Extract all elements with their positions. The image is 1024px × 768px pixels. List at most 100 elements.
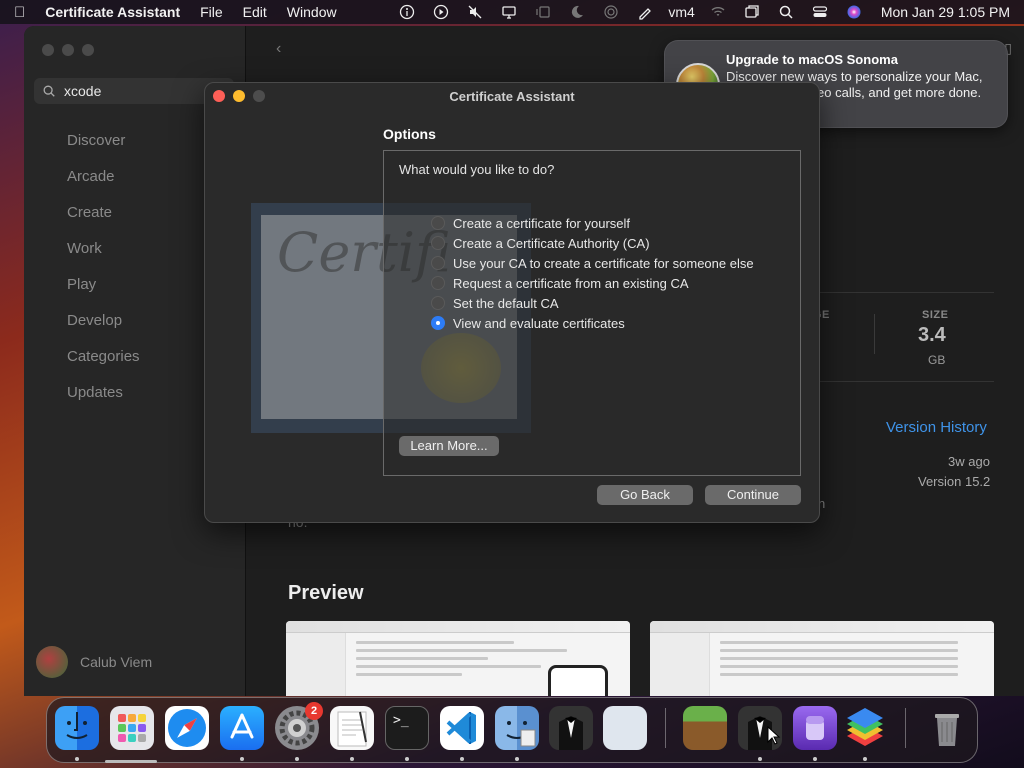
option-set-default-ca[interactable]: Set the default CA (431, 293, 754, 313)
pen-icon[interactable] (634, 4, 656, 20)
search-value: xcode (64, 83, 102, 99)
back-chevron-icon[interactable]: ‹ (276, 40, 281, 58)
menu-app-name[interactable]: Certificate Assistant (45, 4, 180, 20)
bluestacks-icon[interactable] (843, 706, 887, 750)
window-icon[interactable] (741, 4, 763, 20)
search-icon (43, 85, 55, 97)
menu-clock[interactable]: Mon Jan 29 1:05 PM (881, 4, 1010, 20)
sidebar-item-arcade[interactable]: Arcade (67, 167, 140, 203)
version-date: 3w ago (948, 454, 990, 469)
running-indicator (460, 757, 464, 761)
running-indicator (405, 757, 409, 761)
option-label: Request a certificate from an existing C… (453, 275, 689, 291)
vscode-icon[interactable] (440, 706, 484, 750)
dock-label-underline (105, 760, 157, 763)
running-indicator (758, 757, 762, 761)
stage-manager-icon[interactable] (532, 4, 554, 20)
finder-icon[interactable] (55, 706, 99, 750)
podcast-app-icon[interactable] (793, 706, 837, 750)
user-name: Calub Viem (80, 654, 153, 670)
sidebar-item-updates[interactable]: Updates (67, 383, 140, 419)
running-indicator (515, 757, 519, 761)
option-request-certificate[interactable]: Request a certificate from an existing C… (431, 273, 754, 293)
siri-icon[interactable] (843, 4, 865, 20)
sidebar-item-work[interactable]: Work (67, 239, 140, 275)
minimize-button[interactable] (62, 44, 74, 56)
size-value: 3.4 (918, 324, 946, 346)
option-label: Create a Certificate Authority (CA) (453, 235, 650, 251)
options-radio-group: Create a certificate for yourself Create… (431, 213, 754, 333)
preview-screenshot-2[interactable] (650, 621, 994, 696)
radio-button[interactable] (431, 216, 445, 230)
account-button[interactable]: Calub Viem (36, 646, 152, 678)
option-label: Use your CA to create a certificate for … (453, 255, 754, 271)
user-label[interactable]: vm4 (668, 4, 694, 20)
option-view-evaluate[interactable]: View and evaluate certificates (431, 313, 754, 333)
play-icon[interactable] (430, 4, 452, 20)
menu-window[interactable]: Window (287, 4, 337, 20)
menu-edit[interactable]: Edit (243, 4, 267, 20)
divider (874, 314, 875, 354)
learn-more-button[interactable]: Learn More... (399, 436, 499, 456)
launchpad-icon[interactable] (110, 706, 154, 750)
control-center-icon[interactable] (809, 4, 831, 20)
running-indicator (240, 757, 244, 761)
sidebar-item-develop[interactable]: Develop (67, 311, 140, 347)
apple-menu-icon[interactable]:  (14, 4, 25, 21)
close-button[interactable] (42, 44, 54, 56)
certificate-assistant-icon[interactable] (495, 706, 539, 750)
window-title: Certificate Assistant (449, 89, 575, 104)
blank-app-icon[interactable] (603, 706, 647, 750)
mute-icon[interactable] (464, 4, 486, 20)
running-indicator (75, 757, 79, 761)
accessibility-icon[interactable] (396, 4, 418, 20)
go-back-button[interactable]: Go Back (597, 485, 693, 505)
display-icon[interactable] (498, 4, 520, 20)
sidebar-nav: Discover Arcade Create Work Play Develop… (67, 131, 140, 419)
app-store-icon[interactable] (220, 706, 264, 750)
sidebar-item-categories[interactable]: Categories (67, 347, 140, 383)
dock-separator (905, 708, 906, 748)
menu-file[interactable]: File (200, 4, 223, 20)
airplay-icon[interactable] (600, 4, 622, 20)
avatar (36, 646, 68, 678)
zoom-button[interactable] (82, 44, 94, 56)
preview-screenshot-1[interactable] (286, 621, 630, 696)
section-title: Options (383, 126, 436, 142)
radio-button[interactable] (431, 256, 445, 270)
radio-button[interactable] (431, 296, 445, 310)
sidebar-item-discover[interactable]: Discover (67, 131, 140, 167)
focus-moon-icon[interactable] (566, 4, 588, 20)
running-indicator (863, 757, 867, 761)
size-unit: GB (928, 353, 946, 367)
search-icon[interactable] (775, 4, 797, 20)
option-label: Set the default CA (453, 295, 559, 311)
sidebar-item-play[interactable]: Play (67, 275, 140, 311)
running-indicator (350, 757, 354, 761)
radio-button[interactable] (431, 276, 445, 290)
version-number: Version 15.2 (918, 474, 991, 489)
notification-title: Upgrade to macOS Sonoma (726, 52, 898, 67)
options-panel: What would you like to do? Create a cert… (383, 150, 801, 476)
minecraft-icon[interactable] (683, 706, 727, 750)
option-create-ca[interactable]: Create a Certificate Authority (CA) (431, 233, 754, 253)
dock: 2 >_ (46, 697, 978, 763)
safari-icon[interactable] (165, 706, 209, 750)
terminal-icon[interactable]: >_ (385, 706, 429, 750)
option-label: View and evaluate certificates (453, 315, 625, 331)
continue-button[interactable]: Continue (705, 485, 801, 505)
question-label: What would you like to do? (399, 162, 555, 177)
trash-icon[interactable] (925, 706, 969, 750)
textedit-icon[interactable] (330, 706, 374, 750)
sidebar-item-create[interactable]: Create (67, 203, 140, 239)
radio-button[interactable] (431, 236, 445, 250)
tuxedo-app-icon[interactable] (549, 706, 593, 750)
option-create-certificate[interactable]: Create a certificate for yourself (431, 213, 754, 233)
version-history-link[interactable]: Version History (886, 419, 987, 436)
preview-title: Preview (288, 582, 364, 604)
radio-button-selected[interactable] (431, 316, 445, 330)
option-use-ca[interactable]: Use your CA to create a certificate for … (431, 253, 754, 273)
wifi-icon[interactable] (707, 4, 729, 20)
title-bar[interactable]: Certificate Assistant (205, 83, 819, 111)
menu-bar:  Certificate Assistant File Edit Window… (0, 0, 1024, 24)
